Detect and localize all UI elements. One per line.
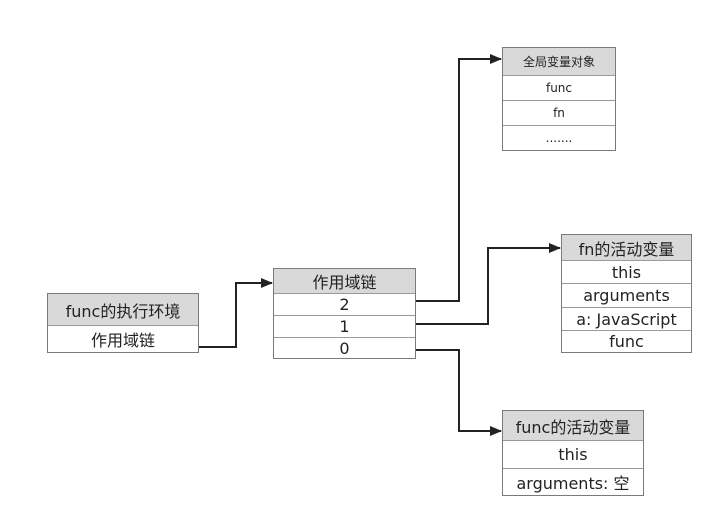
- scope-chain-row-0: 0: [274, 337, 415, 358]
- func-activation-row-arguments: arguments: 空: [503, 468, 643, 495]
- global-object-row-func: func: [503, 75, 615, 100]
- link-scope-1-to-fn-activation: [416, 243, 561, 325]
- func-activation-title: func的活动变量: [503, 411, 643, 440]
- link-exec-to-scope-chain: [199, 278, 273, 348]
- global-object-row-ellipsis: .......: [503, 125, 615, 150]
- func-activation-box: func的活动变量 this arguments: 空: [502, 410, 644, 496]
- exec-context-title: func的执行环境: [48, 294, 198, 325]
- exec-context-box: func的执行环境 作用域链: [47, 293, 199, 353]
- global-object-title: 全局变量对象: [503, 48, 615, 75]
- link-scope-0-to-func-activation: [416, 349, 502, 436]
- func-activation-row-this: this: [503, 440, 643, 468]
- fn-activation-row-this: this: [562, 260, 691, 283]
- fn-activation-row-arguments: arguments: [562, 283, 691, 307]
- scope-chain-row-2: 2: [274, 293, 415, 315]
- fn-activation-row-a: a: JavaScript: [562, 307, 691, 330]
- fn-activation-title: fn的活动变量: [562, 235, 691, 260]
- exec-context-row-scope-chain: 作用域链: [48, 325, 198, 352]
- fn-activation-box: fn的活动变量 this arguments a: JavaScript fun…: [561, 234, 692, 353]
- scope-chain-row-1: 1: [274, 315, 415, 337]
- global-object-row-fn: fn: [503, 100, 615, 125]
- fn-activation-row-func: func: [562, 330, 691, 352]
- scope-chain-box: 作用域链 2 1 0: [273, 268, 416, 359]
- scope-chain-title: 作用域链: [274, 269, 415, 293]
- global-object-box: 全局变量对象 func fn .......: [502, 47, 616, 151]
